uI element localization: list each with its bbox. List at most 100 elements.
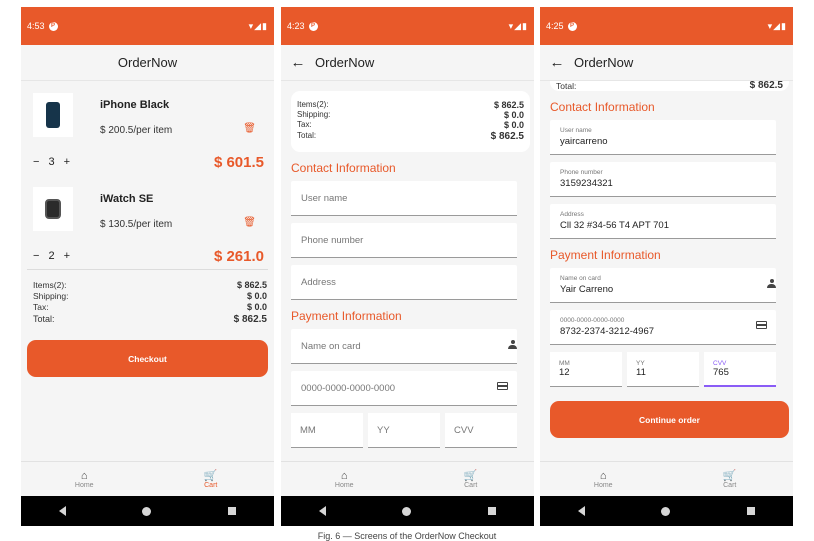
status-time: 4:25 bbox=[546, 21, 564, 31]
items-label: Items(2): bbox=[33, 280, 67, 290]
credit-card-icon bbox=[497, 382, 508, 390]
cart-item: iWatch SE $ 130.5/per item 🗑 − 2 + $ 261… bbox=[21, 175, 274, 269]
nav-cart[interactable]: 🛒 Cart bbox=[148, 462, 275, 496]
figure-caption: Fig. 6 — Screens of the OrderNow Checkou… bbox=[317, 531, 497, 541]
decrease-button[interactable]: − bbox=[33, 156, 39, 168]
screenshot-stage: 4:53 P ▾◢▮ OrderNow iPhone Black $ 200.5/… bbox=[0, 0, 814, 541]
address-field[interactable]: Address Cll 32 #34-56 T4 APT 701 bbox=[550, 204, 776, 239]
payment-heading: Payment Information bbox=[550, 248, 661, 262]
address-value: Cll 32 #34-56 T4 APT 701 bbox=[560, 220, 669, 231]
back-icon[interactable] bbox=[59, 506, 67, 516]
username-value: yaircarreno bbox=[560, 136, 608, 147]
nav-cart[interactable]: 🛒 Cart bbox=[667, 462, 794, 496]
cvv-label: CVV bbox=[713, 359, 727, 367]
card-number-field[interactable]: 0000-0000-0000-0000 bbox=[291, 371, 517, 406]
card-number-field[interactable]: 0000-0000-0000-0000 8732-2374-3212-4967 bbox=[550, 310, 776, 345]
back-icon[interactable] bbox=[319, 506, 327, 516]
card-name-placeholder: Name on card bbox=[301, 340, 361, 352]
product-name: iWatch SE bbox=[100, 193, 154, 205]
nav-cart-label: Cart bbox=[464, 481, 478, 489]
total-label: Total: bbox=[297, 131, 317, 140]
back-arrow-icon[interactable]: ← bbox=[281, 54, 315, 71]
system-navigation-bar bbox=[21, 496, 274, 526]
expiry-cvv-row: MM 12 YY 11 CVV 765 bbox=[550, 352, 776, 387]
increase-button[interactable]: + bbox=[64, 250, 70, 262]
username-field[interactable]: User name yaircarreno bbox=[550, 120, 776, 155]
contact-heading: Contact Information bbox=[291, 161, 396, 175]
card-name-value: Yair Carreno bbox=[560, 284, 614, 295]
mm-field[interactable]: MM 12 bbox=[550, 352, 622, 387]
increase-button[interactable]: + bbox=[64, 156, 70, 168]
nav-cart[interactable]: 🛒 Cart bbox=[408, 462, 535, 496]
mm-field[interactable]: MM bbox=[291, 413, 363, 448]
signal-battery-icon: ▾◢▮ bbox=[508, 20, 528, 31]
continue-order-button[interactable]: Continue order bbox=[550, 401, 789, 438]
nav-home-label: Home bbox=[74, 481, 94, 489]
address-field[interactable]: Address bbox=[291, 265, 517, 300]
nav-home[interactable]: ⌂ Home bbox=[281, 462, 408, 496]
app-bar: ← OrderNow bbox=[281, 45, 534, 81]
home-circle-icon[interactable] bbox=[142, 506, 152, 516]
app-bar: ← OrderNow bbox=[540, 45, 793, 81]
nav-home[interactable]: ⌂ Home bbox=[21, 462, 148, 496]
order-summary: Items(2): $ 862.5 Shipping: $ 0.0 Tax: $ 0.… bbox=[21, 270, 274, 328]
delete-icon[interactable]: 🗑 bbox=[243, 123, 256, 134]
bottom-navigation: ⌂ Home 🛒 Cart bbox=[281, 461, 534, 496]
nav-cart-label: Cart bbox=[723, 481, 737, 489]
back-icon[interactable] bbox=[578, 506, 586, 516]
tax-label: Tax: bbox=[297, 120, 312, 129]
yy-value: 11 bbox=[636, 367, 646, 378]
card-number-placeholder: 0000-0000-0000-0000 bbox=[301, 382, 396, 394]
total-value: $ 862.5 bbox=[749, 81, 783, 91]
total-label: Total: bbox=[556, 81, 577, 91]
recents-icon[interactable] bbox=[227, 507, 236, 515]
quantity-stepper: − 2 + bbox=[33, 250, 70, 262]
product-image bbox=[33, 187, 73, 231]
status-bar: 4:23 P ▾◢▮ bbox=[281, 7, 534, 45]
yy-field[interactable]: YY bbox=[368, 413, 440, 448]
delete-icon[interactable]: 🗑 bbox=[243, 217, 256, 228]
status-bar: 4:53 P ▾◢▮ bbox=[21, 7, 274, 45]
recents-icon[interactable] bbox=[746, 507, 755, 515]
status-time: 4:53 bbox=[27, 21, 45, 31]
username-label: User name bbox=[560, 127, 592, 134]
card-name-field[interactable]: Name on card Yair Carreno bbox=[550, 268, 776, 303]
order-summary-card: Total: $ 862.5 bbox=[550, 81, 789, 91]
card-number-value: 8732-2374-3212-4967 bbox=[560, 326, 655, 337]
product-total: $ 261.0 bbox=[213, 248, 264, 265]
yy-field[interactable]: YY 11 bbox=[627, 352, 699, 387]
items-value: $ 862.5 bbox=[493, 100, 524, 110]
signal-battery-icon: ▾◢▮ bbox=[248, 20, 268, 31]
card-name-field[interactable]: Name on card bbox=[291, 329, 517, 364]
home-circle-icon[interactable] bbox=[402, 506, 412, 516]
expiry-cvv-row: MM YY CVV bbox=[291, 413, 517, 448]
bottom-navigation: ⌂ Home 🛒 Cart bbox=[540, 461, 793, 496]
nav-home-label: Home bbox=[593, 481, 613, 489]
decrease-button[interactable]: − bbox=[33, 250, 39, 262]
cart-content: iPhone Black $ 200.5/per item 🗑 − 3 + $ … bbox=[21, 81, 274, 461]
cvv-field[interactable]: CVV 765 bbox=[704, 352, 776, 387]
cart-icon: 🛒 bbox=[203, 469, 218, 482]
tax-value: $ 0.0 bbox=[503, 120, 524, 130]
product-unit-price: $ 130.5/per item bbox=[100, 219, 173, 230]
app-title: OrderNow bbox=[574, 55, 634, 70]
cart-icon: 🛒 bbox=[722, 469, 737, 482]
username-field[interactable]: User name bbox=[291, 181, 517, 216]
phone-field[interactable]: Phone number bbox=[291, 223, 517, 258]
credit-card-icon bbox=[756, 321, 767, 329]
app-title: OrderNow bbox=[315, 55, 375, 70]
home-icon: ⌂ bbox=[599, 469, 607, 482]
iphone-image bbox=[46, 102, 60, 128]
checkout-button[interactable]: Checkout bbox=[27, 340, 268, 377]
nav-home[interactable]: ⌂ Home bbox=[540, 462, 667, 496]
product-image bbox=[33, 93, 73, 137]
back-arrow-icon[interactable]: ← bbox=[540, 54, 574, 71]
order-summary-card: Items(2): $ 862.5 Shipping: $ 0.0 Tax: $ 0.… bbox=[291, 91, 530, 152]
cvv-field[interactable]: CVV bbox=[445, 413, 517, 448]
phone-field[interactable]: Phone number 3159234321 bbox=[550, 162, 776, 197]
recents-icon[interactable] bbox=[487, 507, 496, 515]
home-circle-icon[interactable] bbox=[661, 506, 671, 516]
app-bar: OrderNow bbox=[21, 45, 274, 81]
items-label: Items(2): bbox=[297, 100, 329, 109]
tax-value: $ 0.0 bbox=[246, 302, 267, 312]
